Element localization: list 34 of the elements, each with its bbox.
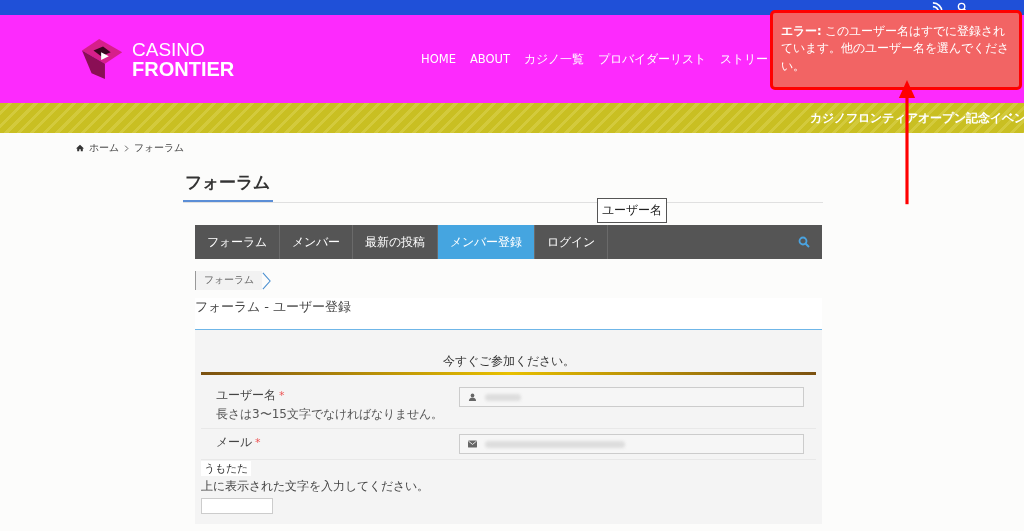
search-icon[interactable] — [957, 2, 968, 13]
forum-title: フォーラム - ユーザー登録 — [195, 298, 822, 330]
field-label: メール * — [216, 434, 261, 451]
field-hint: 長さは3〜15文字でなければなりません。 — [216, 406, 443, 423]
input-field[interactable] — [459, 387, 804, 407]
logo-text: FRONTIER — [132, 58, 235, 79]
input-field[interactable] — [459, 434, 804, 454]
nav-link[interactable]: ストリー — [720, 51, 768, 67]
logo-text: CASINO — [132, 39, 206, 59]
nav-link[interactable]: プロバイダーリスト — [598, 51, 706, 67]
user-icon — [468, 393, 477, 401]
tooltip: ユーザー名 — [597, 198, 667, 223]
forum-breadcrumb[interactable]: フォーラム — [195, 271, 262, 290]
field-label: ユーザー名 * — [216, 387, 286, 404]
blurred-value — [485, 393, 521, 401]
home-icon — [76, 144, 84, 152]
envelope-icon — [468, 440, 477, 448]
search-icon[interactable] — [798, 236, 810, 248]
nav-link[interactable]: ABOUT — [469, 51, 510, 67]
chevron-icon — [262, 271, 271, 290]
forum-tab[interactable]: メンバー — [280, 225, 353, 259]
page-title: フォーラム — [183, 171, 273, 202]
captcha-image: うもたた — [201, 461, 251, 476]
forum-tab[interactable]: フォーラム — [195, 225, 280, 259]
chevron-icon — [124, 144, 129, 152]
captcha-input[interactable] — [201, 498, 273, 514]
nav-link[interactable]: HOME — [421, 51, 456, 67]
error-message: エラー: このユーザー名はすでに登録されています。他のユーザー名を選んでください。 — [781, 23, 1010, 75]
nav-link[interactable]: カジノ一覧 — [524, 51, 584, 67]
forum-tab[interactable]: ログイン — [535, 225, 608, 259]
captcha-instruction: 上に表示された文字を入力してください。 — [201, 479, 430, 494]
breadcrumb-current: フォーラム — [134, 141, 184, 155]
form-heading: 今すぐご参加ください。 — [442, 354, 575, 368]
breadcrumb-link[interactable]: ホーム — [89, 141, 119, 155]
